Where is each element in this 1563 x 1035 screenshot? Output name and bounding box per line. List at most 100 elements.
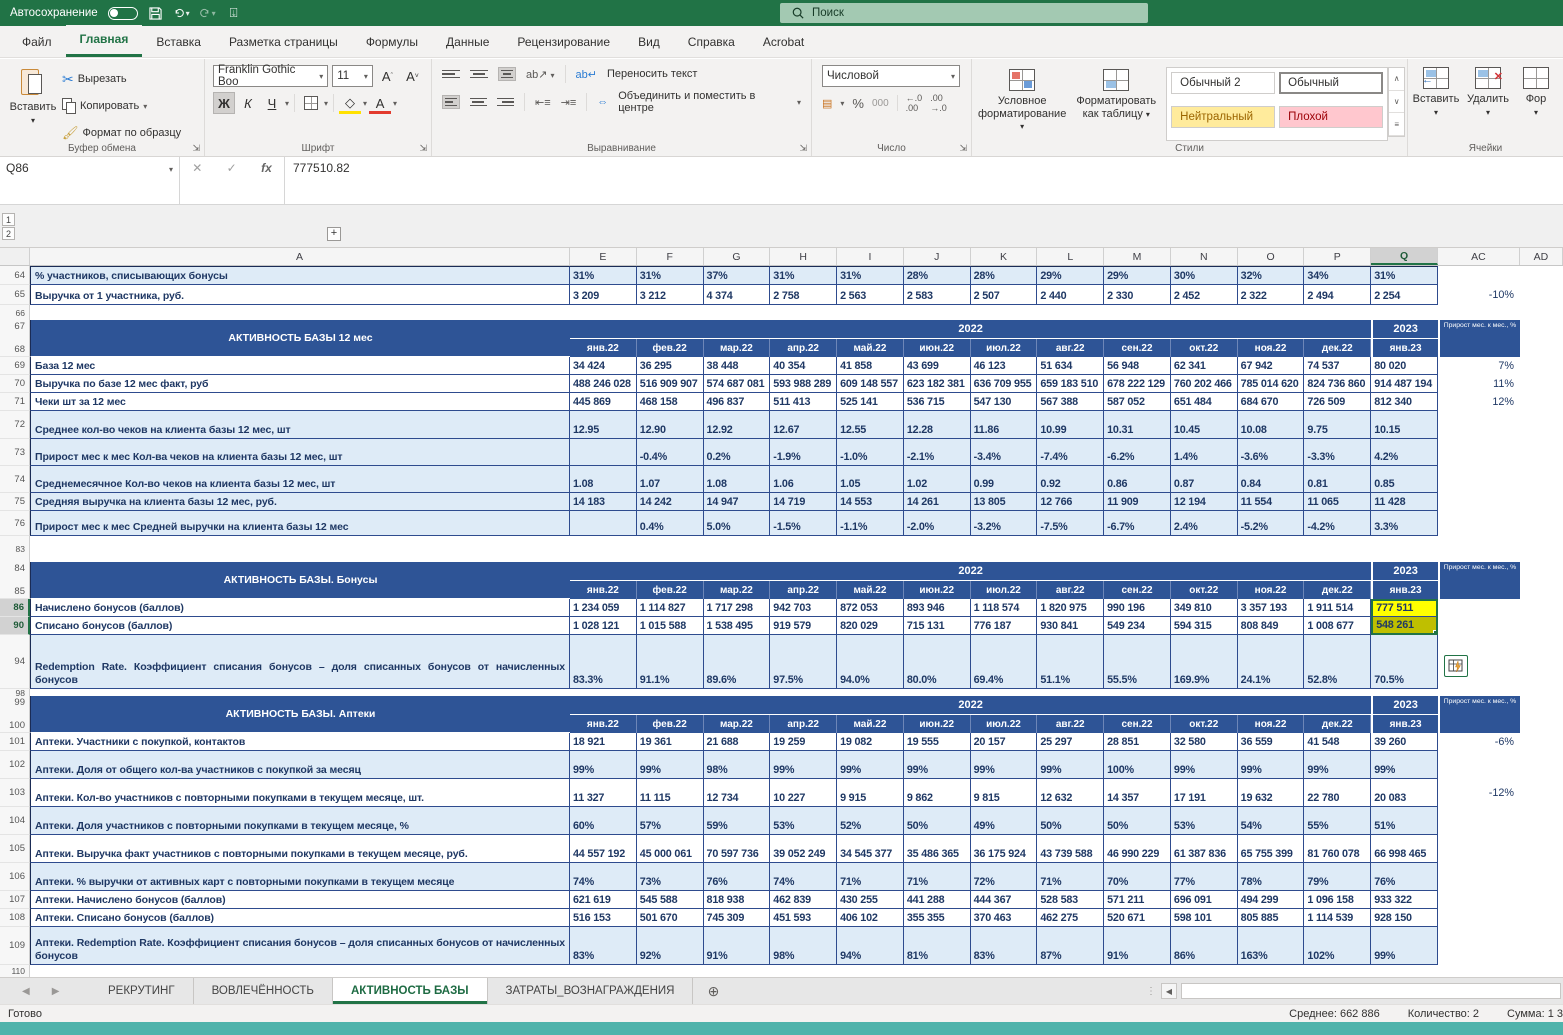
borders-button[interactable] — [300, 92, 322, 114]
cell-L72[interactable]: 10.99 — [1037, 411, 1104, 439]
cell-G102[interactable]: 98% — [704, 751, 771, 779]
growth-cell-76[interactable] — [1438, 511, 1520, 536]
cell-O108[interactable]: 805 885 — [1238, 909, 1305, 927]
cell-N71[interactable]: 651 484 — [1171, 393, 1238, 411]
clipboard-dialog-launcher[interactable]: ⇲ — [192, 143, 200, 154]
column-header-I[interactable]: I — [837, 248, 904, 265]
tab-Справка[interactable]: Справка — [674, 28, 749, 57]
cell-F74[interactable]: 1.07 — [637, 466, 704, 493]
underline-button[interactable]: Ч — [261, 92, 283, 114]
cell-F105[interactable]: 45 000 061 — [637, 835, 704, 863]
align-middle-icon[interactable] — [470, 70, 488, 79]
sheet-tab-АКТИВНОСТЬ БАЗЫ[interactable]: АКТИВНОСТЬ БАЗЫ — [333, 978, 488, 1004]
tab-Вид[interactable]: Вид — [624, 28, 674, 57]
row-header-94[interactable]: 94 — [0, 635, 30, 689]
number-format-combo[interactable]: Числовой▾ — [822, 65, 960, 87]
cell-H74[interactable]: 1.06 — [770, 466, 837, 493]
cell-Q70[interactable]: 914 487 194 — [1371, 375, 1438, 393]
shrink-font-button[interactable]: A˅ — [402, 65, 423, 87]
month-header-cell[interactable]: июл.22 — [971, 715, 1038, 733]
cell-Q101[interactable]: 39 260 — [1371, 733, 1438, 751]
cell-O103[interactable]: 19 632 — [1238, 779, 1305, 807]
cell-Q64[interactable]: 31% — [1371, 266, 1438, 285]
merge-dropdown-icon[interactable]: ▾ — [797, 98, 801, 107]
cell-F76[interactable]: 0.4% — [637, 511, 704, 536]
cell-J103[interactable]: 9 862 — [904, 779, 971, 807]
cell-E105[interactable]: 44 557 192 — [570, 835, 637, 863]
increase-indent-icon[interactable]: ⇥≡ — [561, 96, 577, 109]
cell-G75[interactable]: 14 947 — [704, 493, 771, 511]
column-header-Q[interactable]: Q — [1371, 248, 1438, 265]
row-header-108[interactable]: 108 — [0, 909, 30, 927]
outline-level-1-button[interactable]: 1 — [2, 213, 15, 226]
cell-J69[interactable]: 43 699 — [904, 357, 971, 375]
cell-I65[interactable]: 2 563 — [837, 285, 904, 305]
cell-E103[interactable]: 11 327 — [570, 779, 637, 807]
cell-N103[interactable]: 17 191 — [1171, 779, 1238, 807]
cell-E73[interactable] — [570, 439, 637, 466]
cell-O90[interactable]: 808 849 — [1238, 617, 1305, 635]
cell-O73[interactable]: -3.6% — [1238, 439, 1305, 466]
add-sheet-button[interactable]: ⊕ — [693, 978, 733, 1004]
cell-P76[interactable]: -4.2% — [1304, 511, 1371, 536]
decrease-indent-icon[interactable]: ⇤≡ — [535, 96, 551, 109]
style-neutral[interactable]: Нейтральный — [1171, 106, 1275, 128]
cell-label-A69[interactable]: База 12 мес — [30, 357, 570, 375]
cell-G74[interactable]: 1.08 — [704, 466, 771, 493]
growth-cell-73[interactable] — [1438, 439, 1520, 466]
cell-G69[interactable]: 38 448 — [704, 357, 771, 375]
cell-Q65[interactable]: 2 254 — [1371, 285, 1438, 305]
cell-L103[interactable]: 12 632 — [1037, 779, 1104, 807]
cell-Q94[interactable]: 70.5% — [1371, 635, 1438, 689]
cell-N106[interactable]: 77% — [1171, 863, 1238, 891]
cell-O76[interactable]: -5.2% — [1238, 511, 1305, 536]
year-2022-cell[interactable]: 2022 — [570, 320, 1371, 339]
growth-cell-69[interactable]: 7% — [1438, 357, 1520, 375]
underline-dropdown-icon[interactable]: ▾ — [285, 99, 289, 108]
cell-L104[interactable]: 50% — [1037, 807, 1104, 835]
cell-K70[interactable]: 636 709 955 — [971, 375, 1038, 393]
cell-M101[interactable]: 28 851 — [1104, 733, 1171, 751]
cell-L94[interactable]: 51.1% — [1037, 635, 1104, 689]
style-normal2[interactable]: Обычный 2 — [1171, 72, 1275, 94]
cell-label-A90[interactable]: Списано бонусов (баллов) — [30, 617, 570, 635]
row-header-73[interactable]: 73 — [0, 439, 30, 466]
cell-L90[interactable]: 930 841 — [1037, 617, 1104, 635]
cell-E108[interactable]: 516 153 — [570, 909, 637, 927]
cell-E74[interactable]: 1.08 — [570, 466, 637, 493]
cell-E90[interactable]: 1 028 121 — [570, 617, 637, 635]
cell-M102[interactable]: 100% — [1104, 751, 1171, 779]
cell-Q108[interactable]: 928 150 — [1371, 909, 1438, 927]
cell-F108[interactable]: 501 670 — [637, 909, 704, 927]
cell-H102[interactable]: 99% — [770, 751, 837, 779]
cell-label-A102[interactable]: Аптеки. Доля от общего кол-ва участников… — [30, 751, 570, 779]
cell-J71[interactable]: 536 715 — [904, 393, 971, 411]
month-header-cell[interactable]: мар.22 — [704, 715, 771, 733]
month-header-cell[interactable]: янв.22 — [570, 339, 637, 357]
cell-F104[interactable]: 57% — [637, 807, 704, 835]
selection-fill-handle[interactable] — [1433, 630, 1438, 635]
cell-F71[interactable]: 468 158 — [637, 393, 704, 411]
cell-G109[interactable]: 91% — [704, 927, 771, 965]
font-size-combo[interactable]: 11▾ — [332, 65, 373, 87]
month-header-cell[interactable]: фев.22 — [637, 339, 704, 357]
insert-cells-button[interactable]: ← Вставить▾ — [1410, 61, 1462, 139]
column-header-F[interactable]: F — [637, 248, 704, 265]
undo-dropdown-icon[interactable]: ▾ — [186, 9, 190, 18]
delete-cells-button[interactable]: ✕ Удалить▾ — [1462, 61, 1514, 139]
insert-function-icon[interactable]: fx — [261, 161, 272, 175]
cell-L74[interactable]: 0.92 — [1037, 466, 1104, 493]
cell-F73[interactable]: -0.4% — [637, 439, 704, 466]
cell-K90[interactable]: 776 187 — [971, 617, 1038, 635]
cell-F75[interactable]: 14 242 — [637, 493, 704, 511]
cell-I64[interactable]: 31% — [837, 266, 904, 285]
cell-J107[interactable]: 441 288 — [904, 891, 971, 909]
cell-L70[interactable]: 659 183 510 — [1037, 375, 1104, 393]
cell-G90[interactable]: 1 538 495 — [704, 617, 771, 635]
month-header-cell[interactable]: авг.22 — [1037, 339, 1104, 357]
row-header-75[interactable]: 75 — [0, 493, 30, 511]
cell-K101[interactable]: 20 157 — [971, 733, 1038, 751]
growth-cell-70[interactable]: 11% — [1438, 375, 1520, 393]
cell-label-A74[interactable]: Среднемесячное Кол-во чеков на клиента б… — [30, 466, 570, 493]
cell-G105[interactable]: 70 597 736 — [704, 835, 771, 863]
